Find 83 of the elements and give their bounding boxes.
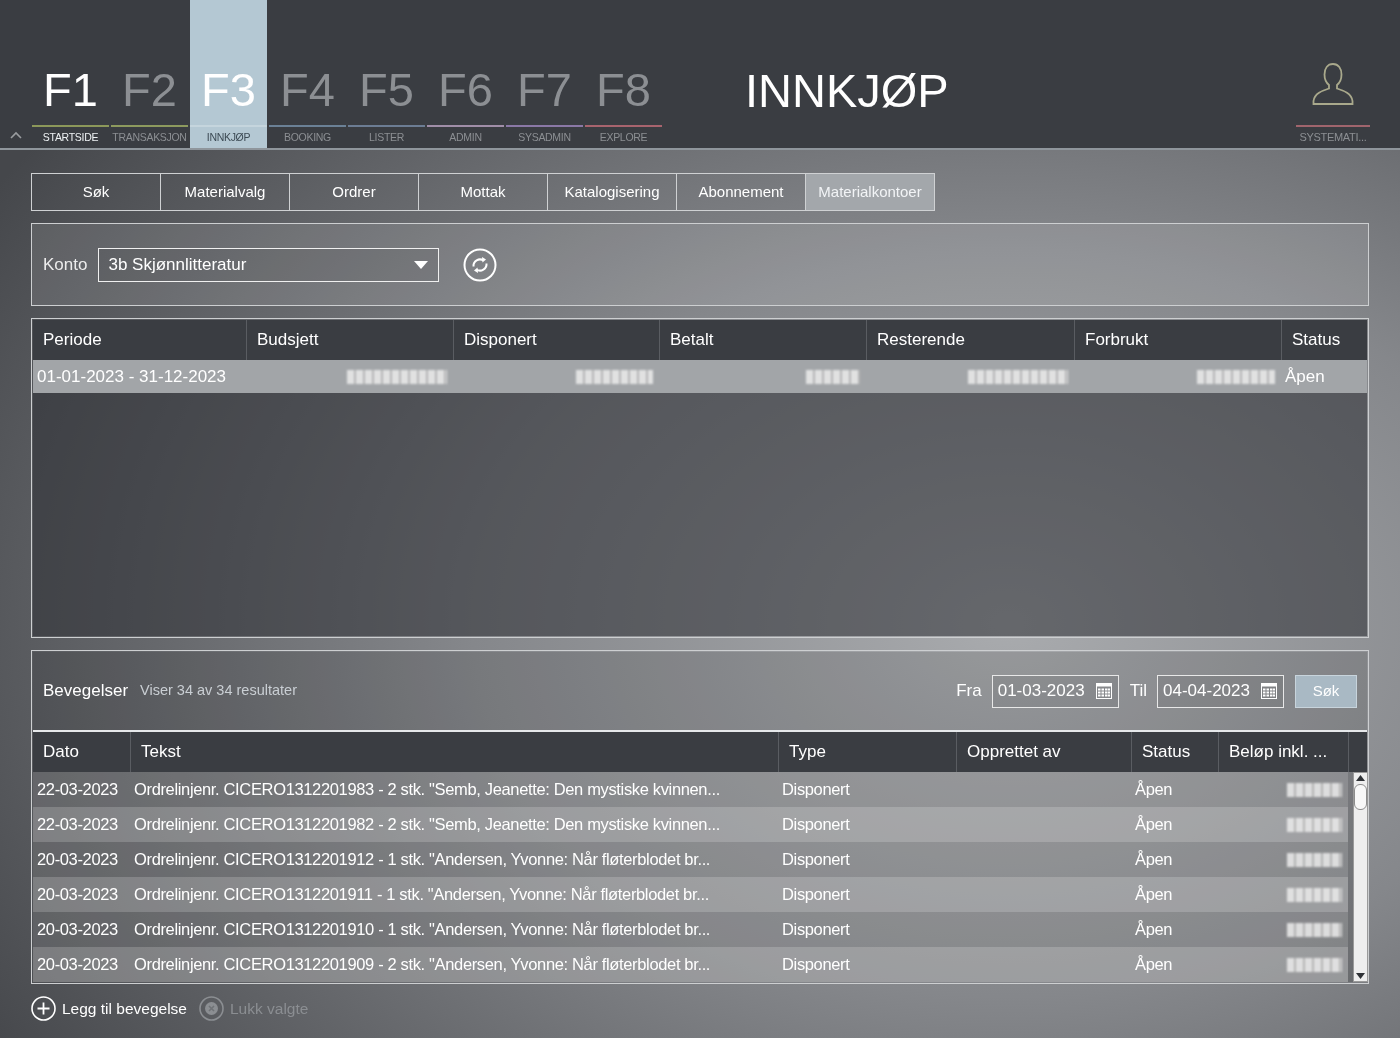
- module-tab[interactable]: F1 STARTSIDE: [32, 0, 109, 148]
- date-field[interactable]: 01-03-2023: [991, 674, 1119, 708]
- table-cell-text: Åpen: [1134, 779, 1174, 801]
- table-cell-text: Ordrelinjenr. CICERO1312201911 - 1 stk. "Andersen, Yvonne: Når fløterblodet br...: [133, 884, 710, 906]
- table-cell-text: Disponert: [781, 779, 851, 801]
- user-icon: [1311, 62, 1355, 106]
- table-cell-text: Disponert: [781, 814, 851, 836]
- plus-circle-icon: [31, 996, 56, 1021]
- table-cell-text: Ordrelinjenr. CICERO1312201982 - 2 stk. "Semb, Jeanette: Den mystiske kvinnen...: [133, 814, 721, 836]
- table-cell-text: Åpen: [1134, 954, 1174, 976]
- redacted-value: [1287, 852, 1342, 867]
- sub-tab[interactable]: Materialvalg: [161, 173, 290, 211]
- table-row[interactable]: 20-03-2023 Ordrelinjenr. CICERO1312201910 - 1 stk. "Andersen, Yvonne: Når fløterblodet br... Disponert Åpen: [33, 912, 1348, 947]
- table-row[interactable]: 20-03-2023 Ordrelinjenr. CICERO1312201911 - 1 stk. "Andersen, Yvonne: Når fløterblodet br... Disponert Åpen: [33, 877, 1348, 912]
- section-title: Bevegelser: [43, 680, 129, 703]
- scrollbar-thumb[interactable]: [1354, 784, 1367, 810]
- table-cell-text: Ordrelinjenr. CICERO1312201912 - 1 stk. "Andersen, Yvonne: Når fløterblodet br...: [133, 849, 712, 871]
- calendar-icon[interactable]: [1095, 683, 1112, 699]
- scrollbar[interactable]: [1353, 772, 1368, 982]
- arrow-up-icon[interactable]: [1356, 775, 1365, 781]
- table-cell-text: Ordrelinjenr. CICERO1312201983 - 2 stk. "Semb, Jeanette: Den mystiske kvinnen...: [133, 779, 721, 801]
- module-title: INNKJØP: [745, 67, 949, 114]
- table-cell-text: 22-03-2023: [36, 814, 119, 836]
- column-header[interactable]: Status: [1131, 732, 1218, 772]
- table-cell-text: 20-03-2023: [36, 884, 119, 906]
- table-cell-text: Disponert: [781, 919, 851, 941]
- table-cell-text: Åpen: [1284, 365, 1326, 388]
- table-cell-text: Disponert: [781, 884, 851, 906]
- table-cell-text: 20-03-2023: [36, 954, 119, 976]
- add-movement-button[interactable]: Legg til bevegelse: [31, 996, 187, 1021]
- refresh-button[interactable]: [463, 247, 498, 282]
- table-row[interactable]: 22-03-2023 Ordrelinjenr. CICERO1312201983 - 2 stk. "Semb, Jeanette: Den mystiske kvinnen... Disponert Åpen: [33, 772, 1348, 807]
- table-cell-text: Åpen: [1134, 884, 1174, 906]
- column-header[interactable]: Periode: [33, 320, 246, 360]
- to-label: Til: [1129, 680, 1147, 703]
- redacted-value: [1287, 957, 1342, 972]
- module-tab[interactable]: F7 SYSADMIN: [506, 0, 583, 148]
- redacted-value: [1287, 922, 1342, 937]
- calendar-icon[interactable]: [1261, 683, 1277, 699]
- table-cell-text: Åpen: [1134, 814, 1174, 836]
- table-row[interactable]: 22-03-2023 Ordrelinjenr. CICERO1312201982 - 2 stk. "Semb, Jeanette: Den mystiske kvinnen... Disponert Åpen: [33, 807, 1348, 842]
- redacted-value: [1287, 817, 1342, 832]
- sub-tab[interactable]: Søk: [32, 173, 161, 211]
- column-header[interactable]: Dato: [33, 732, 130, 772]
- column-header[interactable]: Opprettet av: [956, 732, 1131, 772]
- account-dropdown[interactable]: 3b Skjønnlitteratur: [98, 247, 440, 282]
- table-row[interactable]: 20-03-2023 Ordrelinjenr. CICERO1312201909 - 2 stk. "Andersen, Yvonne: Når fløterblodet br... Disponert Åpen: [33, 947, 1348, 982]
- module-tab[interactable]: F2 TRANSAKSJON: [111, 0, 188, 148]
- table-cell-text: 20-03-2023: [36, 849, 119, 871]
- table-cell-text: Åpen: [1134, 849, 1174, 871]
- date-field[interactable]: 04-04-2023: [1157, 674, 1284, 708]
- table-cell-text: 20-03-2023: [36, 919, 119, 941]
- result-count: Viser 34 av 34 resultater: [140, 681, 297, 701]
- from-label: Fra: [956, 680, 982, 703]
- sub-tab[interactable]: Mottak: [419, 173, 548, 211]
- column-header[interactable]: Tekst: [130, 732, 778, 772]
- sub-tab[interactable]: Ordrer: [290, 173, 419, 211]
- refresh-icon: [463, 247, 498, 282]
- redacted-value: [806, 369, 860, 384]
- module-tab[interactable]: F5 LISTER: [348, 0, 425, 148]
- module-tab[interactable]: F6 ADMIN: [427, 0, 504, 148]
- arrow-down-icon[interactable]: [1356, 973, 1365, 979]
- column-header[interactable]: Type: [778, 732, 956, 772]
- table-cell-text: Åpen: [1134, 919, 1174, 941]
- sub-tab[interactable]: Katalogisering: [548, 173, 677, 211]
- close-circle-icon: [198, 996, 224, 1021]
- table-cell-text: Ordrelinjenr. CICERO1312201910 - 1 stk. "Andersen, Yvonne: Når fløterblodet br...: [133, 919, 712, 941]
- module-tab[interactable]: F8 EXPLORE: [585, 0, 662, 148]
- table-cell-text: 01-01-2023 - 31-12-2023: [36, 365, 228, 388]
- table-cell-text: Disponert: [781, 954, 851, 976]
- user-menu-button[interactable]: SYSTEMATI...: [1296, 0, 1370, 148]
- column-header[interactable]: Beløp inkl. ...: [1218, 732, 1348, 772]
- table-cell-text: 22-03-2023: [36, 779, 119, 801]
- table-cell-text: Disponert: [781, 849, 851, 871]
- chevron-up-icon[interactable]: [10, 131, 22, 139]
- table-row[interactable]: 20-03-2023 Ordrelinjenr. CICERO1312201912 - 1 stk. "Andersen, Yvonne: Når fløterblodet br... Disponert Åpen: [33, 842, 1348, 877]
- caret-down-icon: [414, 260, 429, 269]
- account-label: Konto: [43, 253, 88, 276]
- redacted-value: [1287, 782, 1342, 797]
- redacted-value: [1287, 887, 1342, 902]
- module-tab[interactable]: F3 INNKJØP: [190, 0, 267, 148]
- module-tab[interactable]: F4 BOOKING: [269, 0, 346, 148]
- table-cell-text: Ordrelinjenr. CICERO1312201909 - 2 stk. "Andersen, Yvonne: Når fløterblodet br...: [133, 954, 712, 976]
